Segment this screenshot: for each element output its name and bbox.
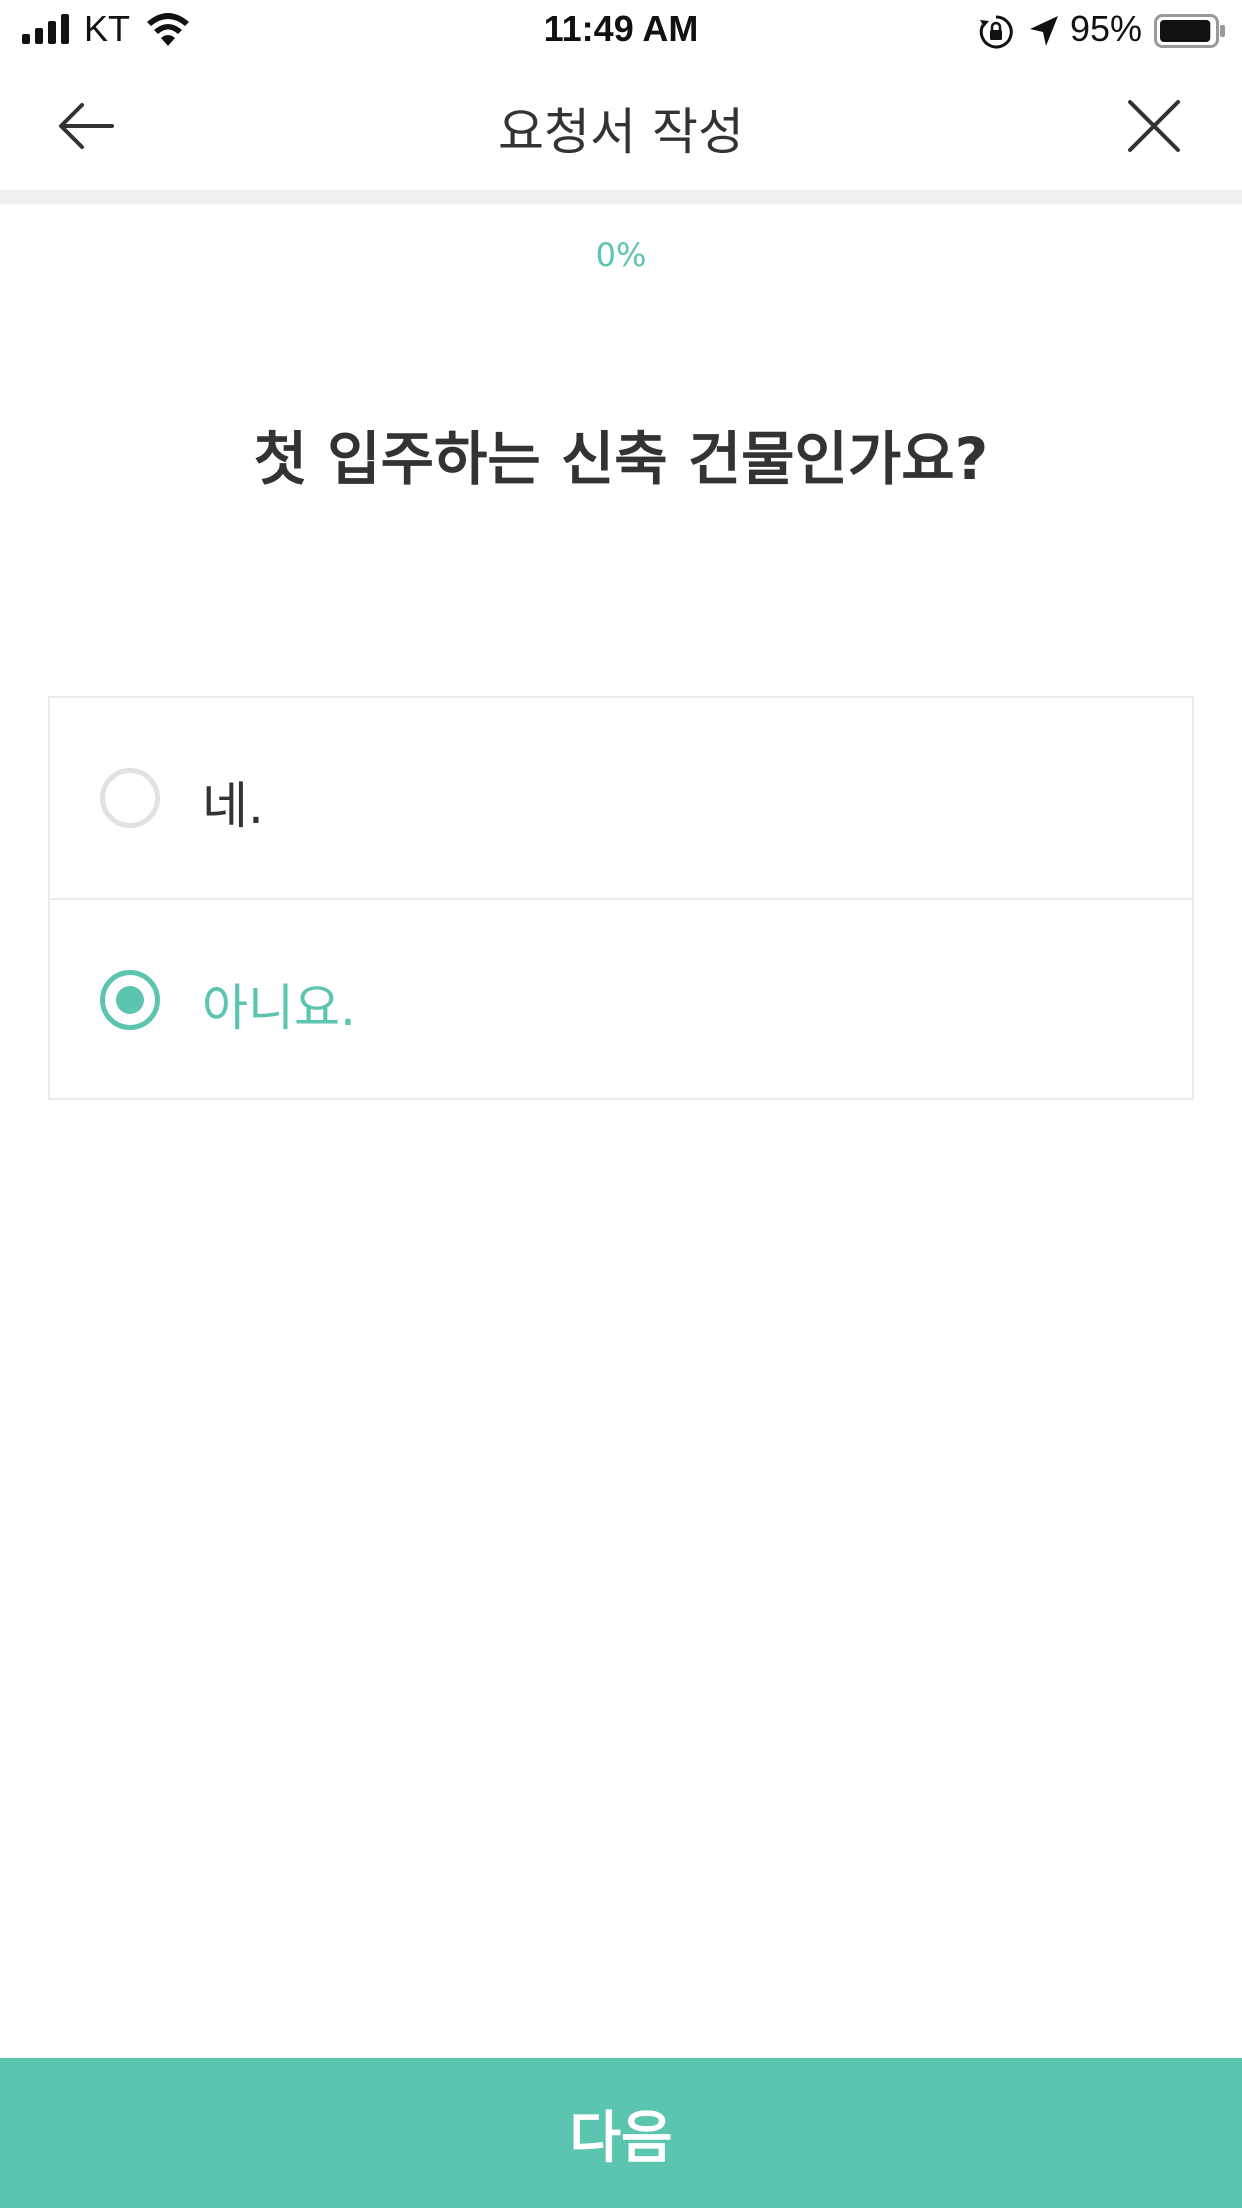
option-no[interactable]: 아니요. — [50, 898, 1192, 1098]
option-label: 네. — [202, 777, 264, 835]
close-button[interactable] — [1118, 94, 1190, 158]
status-bar: KT 11:49 AM 95% — [0, 0, 1242, 62]
next-button-label: 다음 — [569, 2105, 673, 2171]
option-yes[interactable]: 네. — [50, 698, 1192, 898]
option-label: 아니요. — [202, 979, 356, 1037]
option-list: 네. 아니요. — [48, 696, 1194, 1100]
radio-checked-icon[interactable] — [100, 970, 160, 1030]
nav-bar: 요청서 작성 — [0, 62, 1242, 190]
progress-bar — [0, 190, 1242, 204]
page-title: 요청서 작성 — [498, 103, 744, 161]
question-title: 첫 입주하는 신축 건물인가요? — [253, 425, 989, 493]
radio-dot-icon — [116, 986, 144, 1014]
progress-label: 0% — [595, 236, 647, 274]
battery-icon — [1154, 14, 1225, 48]
battery-percent: 95% — [1070, 8, 1143, 49]
location-arrow-icon — [1030, 16, 1058, 46]
next-button[interactable]: 다음 — [0, 2058, 1242, 2208]
radio-unchecked-icon[interactable] — [100, 768, 160, 828]
rotation-lock-icon — [979, 15, 1013, 49]
close-icon — [1128, 100, 1180, 152]
